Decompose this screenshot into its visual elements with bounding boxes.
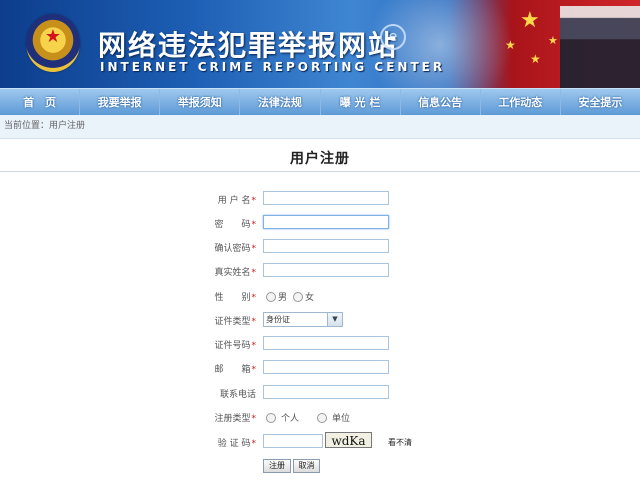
required-mark: * — [251, 220, 257, 230]
captcha-label-text: 验 证 码 — [217, 439, 251, 449]
username-label: 用 户 名* — [218, 193, 256, 206]
required-mark: * — [251, 414, 257, 424]
main-nav: 首 页 我要举报 举报须知 法律法规 曝 光 栏 信息公告 工作动态 安全提示 — [0, 88, 640, 116]
password-label-text: 密 码 — [214, 220, 251, 230]
captcha-refresh-link[interactable]: 看不清 — [388, 437, 412, 448]
nav-item-exposure[interactable]: 曝 光 栏 — [321, 89, 401, 115]
nav-item-announcements[interactable]: 信息公告 — [401, 89, 481, 115]
reg-type-label-text: 注册类型 — [214, 414, 251, 424]
id-number-input[interactable] — [263, 336, 389, 350]
site-banner: ★ 网络违法犯罪举报网站 INTERNET CRIME REPORTING CE… — [0, 0, 640, 88]
required-mark: * — [251, 268, 257, 278]
confirm-password-label: 确认密码* — [214, 241, 256, 254]
username-input[interactable] — [263, 191, 389, 205]
realname-label-text: 真实姓名 — [214, 268, 251, 278]
police-emblem-icon: ★ — [26, 14, 80, 72]
required-mark: * — [251, 317, 257, 327]
captcha-image[interactable]: wdKa — [325, 432, 372, 448]
required-mark: * — [251, 365, 257, 375]
captcha-label: 验 证 码* — [218, 436, 256, 449]
required-mark: * — [251, 244, 257, 254]
chevron-down-icon[interactable]: ▼ — [327, 313, 342, 326]
police-officers-image — [560, 6, 640, 88]
reg-type-label: 注册类型* — [214, 411, 256, 424]
nav-item-home[interactable]: 首 页 — [0, 89, 81, 115]
email-label-text: 邮 箱 — [214, 365, 251, 375]
nav-item-notice[interactable]: 举报须知 — [160, 89, 241, 115]
flag-star-icon: ★ — [520, 8, 540, 33]
gender-female-radio[interactable] — [293, 291, 304, 302]
required-mark: * — [251, 293, 257, 303]
nav-item-security-tips[interactable]: 安全提示 — [561, 89, 640, 115]
breadcrumb: 当前位置：用户注册 — [0, 115, 640, 139]
password-label: 密 码* — [214, 217, 256, 230]
page-title: 用户注册 — [290, 151, 350, 167]
flag-star-icon: ★ — [530, 52, 541, 66]
id-number-label-text: 证件号码 — [214, 341, 251, 351]
flag-star-icon: ★ — [505, 38, 516, 52]
id-type-label: 证件类型* — [214, 314, 256, 327]
gender-label: 性 别* — [214, 290, 256, 303]
cancel-button[interactable]: 取消 — [293, 459, 320, 473]
register-button[interactable]: 注册 — [263, 459, 291, 473]
internet-e-icon: e — [380, 24, 406, 50]
gender-label-text: 性 别 — [214, 293, 251, 303]
phone-label-text: 联系电话 — [219, 390, 256, 400]
id-type-value: 身份证 — [266, 315, 290, 324]
realname-input[interactable] — [263, 263, 389, 277]
realname-label: 真实姓名* — [214, 265, 256, 278]
phone-label: 联系电话 — [220, 387, 256, 400]
breadcrumb-text: 当前位置：用户注册 — [4, 121, 86, 131]
id-type-label-text: 证件类型 — [214, 317, 251, 327]
nav-item-laws[interactable]: 法律法规 — [240, 89, 321, 115]
confirm-password-input[interactable] — [263, 239, 389, 253]
confirm-password-label-text: 确认密码 — [214, 244, 251, 254]
id-number-label: 证件号码* — [214, 338, 256, 351]
required-mark: * — [251, 196, 257, 206]
site-subtitle: INTERNET CRIME REPORTING CENTER — [100, 60, 446, 74]
email-input[interactable] — [263, 360, 389, 374]
required-mark: * — [251, 341, 257, 351]
id-type-select[interactable]: 身份证 ▼ — [263, 312, 343, 327]
nav-item-report[interactable]: 我要举报 — [80, 89, 161, 115]
site-title: 网络违法犯罪举报网站 — [98, 29, 399, 62]
reg-type-org-radio[interactable] — [317, 412, 328, 423]
reg-type-org-label: 单位 — [332, 414, 351, 424]
gender-male-radio[interactable] — [266, 291, 276, 302]
password-input[interactable] — [263, 215, 389, 229]
captcha-input[interactable] — [263, 434, 323, 448]
gender-radio-group: 男 女 — [266, 290, 314, 303]
gender-female-label: 女 — [305, 293, 315, 303]
username-label-text: 用 户 名 — [217, 196, 251, 206]
reg-type-personal-radio[interactable] — [266, 412, 276, 423]
gender-male-label: 男 — [278, 293, 288, 303]
required-mark: * — [251, 439, 257, 449]
reg-type-personal-label: 个人 — [281, 414, 300, 424]
phone-input[interactable] — [263, 385, 389, 399]
nav-item-work-news[interactable]: 工作动态 — [481, 89, 561, 115]
divider — [0, 171, 640, 172]
emblem-star-icon: ★ — [44, 26, 62, 47]
reg-type-radio-group: 个人 单位 — [266, 411, 350, 424]
email-label: 邮 箱* — [214, 362, 256, 375]
flag-star-icon: ★ — [548, 34, 558, 47]
